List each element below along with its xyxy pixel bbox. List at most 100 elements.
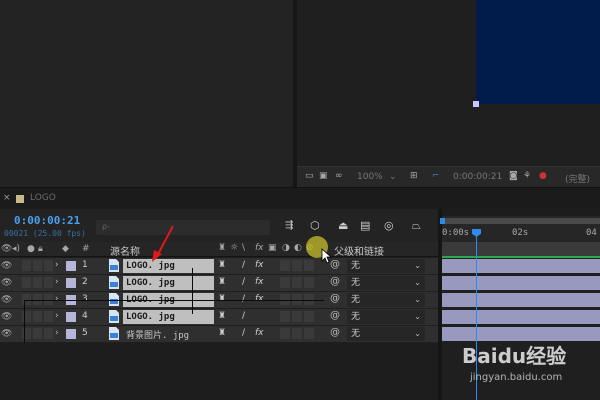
- viewer-timecode[interactable]: 0:00:00:21: [453, 172, 502, 182]
- crop-icon[interactable]: ⌐: [432, 171, 440, 181]
- time-ruler[interactable]: 0:00s 02s 04: [440, 216, 600, 242]
- lock-toggle[interactable]: [44, 260, 53, 271]
- label-tag-icon[interactable]: ◆: [62, 244, 69, 254]
- lock-toggle[interactable]: [44, 311, 53, 322]
- parent-dropdown[interactable]: 无 ⌄: [347, 276, 425, 290]
- solo-toggle[interactable]: [33, 277, 42, 288]
- column-parent[interactable]: 父级和链接: [334, 243, 384, 258]
- pick-whip-icon[interactable]: @: [330, 310, 340, 321]
- chevron-right-icon[interactable]: ›: [55, 311, 59, 321]
- label-color-chip[interactable]: [66, 261, 76, 271]
- channel-icon[interactable]: ●: [539, 171, 547, 181]
- layer-duration-bar[interactable]: [442, 310, 600, 324]
- adjustment-column-icon[interactable]: ◐: [294, 243, 302, 253]
- effect-column-icon[interactable]: fx: [255, 243, 264, 253]
- lock-icon[interactable]: 🔒︎: [38, 244, 43, 254]
- audio-toggle[interactable]: [22, 277, 31, 288]
- frame-blend-column-icon[interactable]: ▣: [268, 243, 277, 253]
- column-source-name[interactable]: 源名称: [110, 243, 140, 258]
- collapse-column-icon[interactable]: ☼: [230, 243, 238, 253]
- composition-canvas[interactable]: [476, 0, 600, 104]
- quality-switch-icon[interactable]: /: [242, 311, 245, 321]
- motion-blur-switch[interactable]: [292, 311, 302, 322]
- label-color-chip[interactable]: [66, 329, 76, 339]
- eye-icon[interactable]: 👁︎: [1, 312, 12, 322]
- shy-icon[interactable]: ♜: [218, 294, 226, 304]
- eye-icon[interactable]: 👁︎: [1, 261, 12, 271]
- audio-toggle[interactable]: [22, 260, 31, 271]
- chevron-right-icon[interactable]: ›: [55, 294, 59, 304]
- layer-name[interactable]: LOGO. jpg: [123, 276, 214, 290]
- quality-switch-icon[interactable]: /: [242, 260, 245, 270]
- parent-dropdown[interactable]: 无 ⌄: [347, 259, 425, 273]
- resolution-dropdown[interactable]: (完整): [565, 172, 590, 185]
- parent-dropdown[interactable]: 无 ⌄: [347, 327, 425, 341]
- lock-toggle[interactable]: [44, 328, 53, 339]
- layer-duration-bar[interactable]: [442, 276, 600, 290]
- solo-icon[interactable]: ●: [27, 244, 35, 254]
- layer-duration-bar[interactable]: [442, 327, 600, 341]
- mask-icon[interactable]: ∞: [335, 171, 343, 181]
- quality-column-icon[interactable]: \: [242, 243, 245, 253]
- zoom-dropdown[interactable]: 100%: [357, 172, 383, 182]
- layer-empty-area[interactable]: [0, 343, 438, 400]
- layer-row[interactable]: 👁︎ › 5 背景图片. jpg ♜ / fx @ 无 ⌄: [0, 326, 438, 343]
- display-icon[interactable]: ▣: [319, 171, 328, 181]
- eye-icon[interactable]: 👁︎: [1, 278, 12, 288]
- layer-duration-bar[interactable]: [442, 293, 600, 307]
- chevron-right-icon[interactable]: ›: [55, 277, 59, 287]
- layer-search-input[interactable]: ρ-: [96, 220, 270, 235]
- close-icon[interactable]: ×: [3, 193, 11, 203]
- motion-blur-icon[interactable]: ◎: [384, 219, 394, 232]
- column-number[interactable]: #: [82, 244, 90, 254]
- chevron-right-icon[interactable]: ›: [55, 328, 59, 338]
- frame-blend-icon[interactable]: ▤: [360, 219, 370, 232]
- frame-blend-switch[interactable]: [280, 260, 290, 271]
- graph-editor-icon[interactable]: ⏢: [412, 219, 421, 233]
- quality-switch-icon[interactable]: /: [242, 328, 245, 338]
- pick-whip-icon[interactable]: @: [330, 276, 340, 287]
- fx-icon[interactable]: fx: [255, 260, 264, 270]
- shy-icon[interactable]: ♜: [218, 260, 226, 270]
- fx-icon[interactable]: fx: [255, 277, 264, 287]
- solo-toggle[interactable]: [33, 328, 42, 339]
- work-area-bar[interactable]: [442, 218, 600, 224]
- lock-toggle[interactable]: [44, 277, 53, 288]
- comp-flowchart-icon[interactable]: ⇶: [285, 220, 293, 231]
- grid-icon[interactable]: ⊞: [410, 171, 418, 181]
- snapshot-icon[interactable]: ⚘: [523, 171, 531, 181]
- motion-blur-switch[interactable]: [292, 260, 302, 271]
- solo-toggle[interactable]: [33, 260, 42, 271]
- work-area-start[interactable]: [440, 218, 445, 224]
- layer-name[interactable]: 背景图片. jpg: [126, 328, 189, 341]
- chevron-down-icon[interactable]: ⌄: [389, 172, 397, 182]
- fx-icon[interactable]: fx: [255, 294, 264, 304]
- layer-name[interactable]: LOGO. jpg: [123, 310, 214, 324]
- eye-icon[interactable]: 👁︎: [1, 329, 12, 339]
- camera-icon[interactable]: ◙: [509, 171, 518, 181]
- layer-row[interactable]: 👁︎ › 4 LOGO. jpg ♜ / @ 无 ⌄: [0, 309, 438, 326]
- shy-icon[interactable]: ♜: [218, 311, 226, 321]
- shy-icon[interactable]: ♜: [218, 277, 226, 287]
- label-color-chip[interactable]: [66, 312, 76, 322]
- shy-icon[interactable]: ♜: [218, 328, 226, 338]
- label-color-chip[interactable]: [66, 278, 76, 288]
- solo-toggle[interactable]: [33, 311, 42, 322]
- shy-column-icon[interactable]: ♜: [218, 243, 226, 253]
- motion-blur-switch[interactable]: [292, 328, 302, 339]
- bounding-handle[interactable]: [473, 101, 479, 107]
- fx-icon[interactable]: fx: [255, 328, 264, 338]
- parent-dropdown[interactable]: 无 ⌄: [347, 310, 425, 324]
- frame-blend-switch[interactable]: [280, 311, 290, 322]
- adjustment-switch[interactable]: [304, 277, 314, 288]
- adjustment-switch[interactable]: [304, 328, 314, 339]
- shy-layers-icon[interactable]: ⏏: [338, 219, 348, 232]
- layer-duration-bar[interactable]: [442, 259, 600, 273]
- chevron-right-icon[interactable]: ›: [55, 260, 59, 270]
- monitor-icon[interactable]: ▭: [305, 171, 314, 181]
- eye-icon[interactable]: 👁︎: [1, 244, 12, 254]
- quality-switch-icon[interactable]: /: [242, 294, 245, 304]
- parent-dropdown[interactable]: 无 ⌄: [347, 293, 425, 307]
- pick-whip-icon[interactable]: @: [330, 327, 340, 338]
- eye-icon[interactable]: 👁︎: [1, 295, 12, 305]
